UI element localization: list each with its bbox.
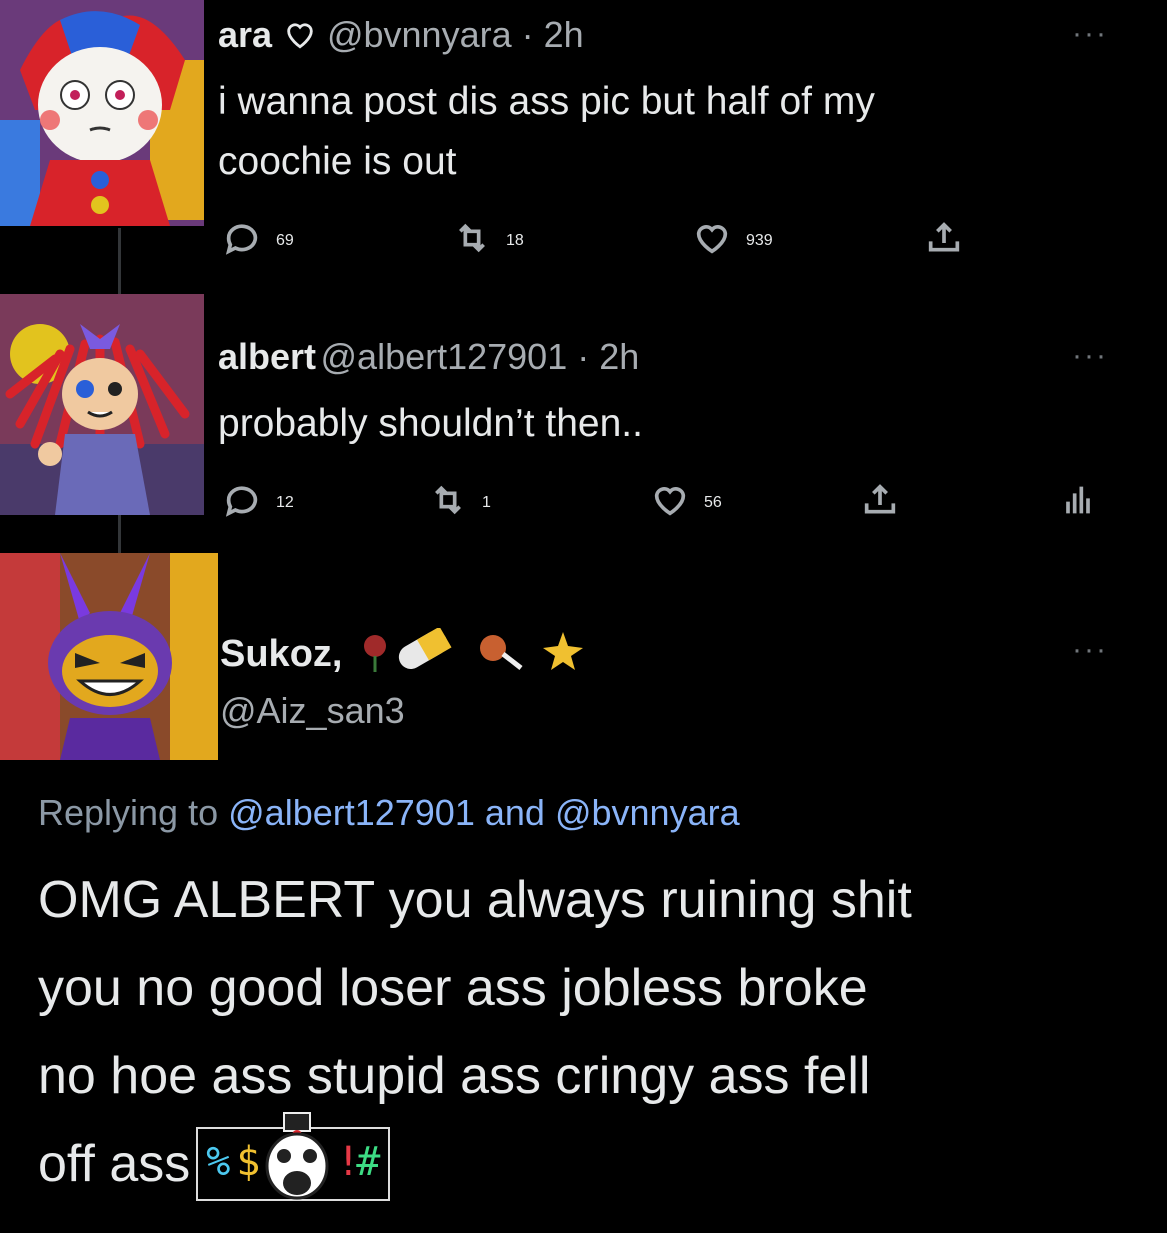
tweet-text-line: probably shouldn’t then..: [218, 402, 643, 445]
reply-text-line: OMG ALBERT you always ruining shit: [38, 871, 912, 929]
rose-icon: [363, 635, 386, 672]
analytics-button[interactable]: [1058, 480, 1098, 525]
analytics-icon: [1058, 480, 1098, 525]
retweet-icon: [452, 218, 492, 263]
screaming-face-icon: [262, 1111, 332, 1233]
display-name[interactable]: ara: [218, 14, 272, 55]
reply-header: Sukoz,: [220, 626, 593, 677]
reply-button[interactable]: 12: [222, 480, 294, 525]
avatar[interactable]: [0, 294, 204, 515]
share-button[interactable]: [924, 218, 964, 263]
more-icon[interactable]: ···: [1072, 19, 1108, 49]
tweet-text: i wanna post dis ass pic but half of my …: [218, 72, 875, 192]
tweet-header: albert @albert127901 · 2h: [218, 336, 639, 378]
avatar[interactable]: [0, 0, 204, 226]
mention-link[interactable]: @bvnnyara: [555, 792, 740, 833]
retweet-button[interactable]: 18: [452, 218, 524, 263]
reply-icon: [222, 218, 262, 263]
censored-sticker: % $ ! #: [196, 1112, 391, 1201]
handle[interactable]: @Aiz_san3: [220, 690, 405, 732]
replying-to: Replying to @albert127901 and @bvnnyara: [38, 792, 740, 834]
reply-text-line: off ass: [38, 1135, 191, 1193]
share-button[interactable]: [860, 480, 900, 525]
sparkle-icon: [542, 632, 583, 670]
handle[interactable]: @bvnnyara · 2h: [327, 14, 584, 55]
tweet-text: probably shouldn’t then..: [218, 394, 643, 454]
sticker-symbol: %: [206, 1139, 231, 1185]
like-count: 939: [746, 231, 773, 249]
retweet-count: 18: [506, 231, 524, 249]
share-icon: [924, 218, 964, 263]
sticker-symbol: #: [356, 1139, 381, 1185]
heart-icon: [692, 218, 732, 263]
retweet-icon: [428, 480, 468, 525]
share-icon: [860, 480, 900, 525]
display-name[interactable]: Sukoz,: [220, 633, 342, 675]
replying-to-and: and: [484, 792, 545, 833]
thread-line: [118, 515, 121, 553]
like-count: 56: [704, 493, 722, 511]
emoji-row: [353, 626, 593, 677]
reply-icon: [222, 480, 262, 525]
sticker-symbol: $: [236, 1139, 261, 1185]
more-icon[interactable]: ···: [1072, 341, 1108, 371]
reply-count: 69: [276, 231, 294, 249]
display-name[interactable]: albert: [218, 336, 316, 377]
heart-outline-icon: [283, 17, 317, 56]
mention-link[interactable]: @albert127901: [228, 792, 475, 833]
meat-icon: [479, 635, 523, 670]
reply-text-line: no hoe ass stupid ass cringy ass fell: [38, 1047, 871, 1105]
reply-button[interactable]: 69: [222, 218, 294, 263]
like-button[interactable]: 939: [692, 218, 773, 263]
retweet-button[interactable]: 1: [428, 480, 491, 525]
like-button[interactable]: 56: [650, 480, 722, 525]
pill-icon: [398, 626, 452, 669]
thread-line: [118, 228, 121, 294]
tweet-header: ara @bvnnyara · 2h: [218, 14, 584, 56]
tweet-text-line: i wanna post dis ass pic but half of my: [218, 80, 875, 123]
avatar[interactable]: [0, 553, 218, 760]
reply-text: OMG ALBERT you always ruining shit you n…: [38, 856, 912, 1208]
tweet-text-line: coochie is out: [218, 140, 457, 183]
reply-text-line: you no good loser ass jobless broke: [38, 959, 868, 1017]
heart-icon: [650, 480, 690, 525]
handle[interactable]: @albert127901 · 2h: [321, 336, 640, 377]
reply-count: 12: [276, 493, 294, 511]
replying-to-label: Replying to: [38, 792, 219, 833]
retweet-count: 1: [482, 493, 491, 511]
more-icon[interactable]: ···: [1072, 635, 1108, 665]
